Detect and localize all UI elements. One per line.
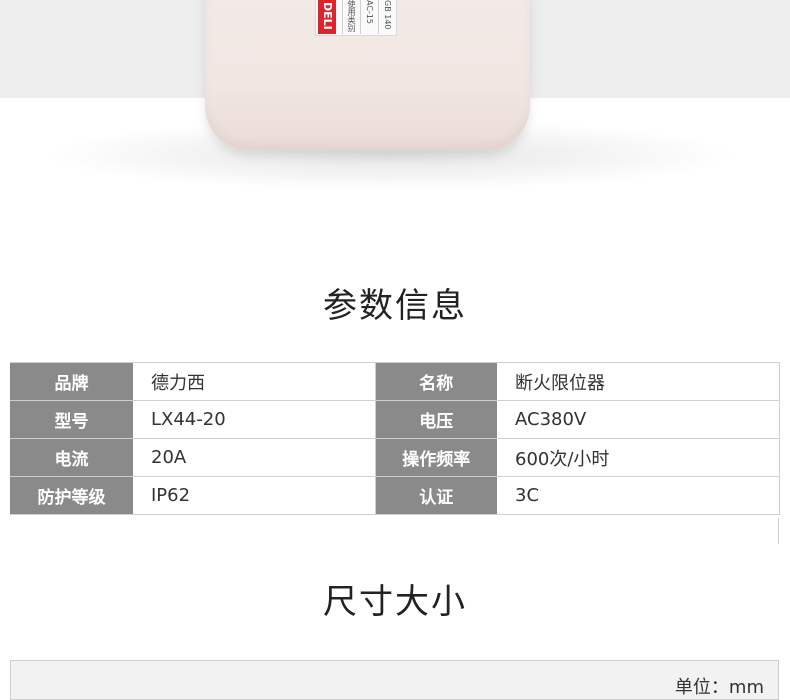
param-key: 电压 [375, 400, 497, 439]
param-key: 操作频率 [375, 438, 497, 477]
param-key: 防护等级 [10, 476, 133, 515]
param-value: LX44-20 [133, 400, 376, 439]
param-value: 断火限位器 [497, 362, 780, 401]
param-key: 品牌 [10, 362, 133, 401]
label-line: GB 140 [383, 0, 392, 30]
label-divider [360, 0, 361, 34]
table-row: 品牌 德力西 名称 断火限位器 [10, 362, 780, 401]
product-image: DELI 使用类别 AC-15 GB 140 [0, 0, 790, 240]
params-section-title: 参数信息 [323, 286, 467, 326]
label-line: AC-15 [365, 0, 374, 24]
brand-logo: DELI [318, 0, 336, 34]
product-label: DELI 使用类别 AC-15 GB 140 [315, 0, 397, 36]
param-key: 认证 [375, 476, 497, 515]
dimension-diagram-panel: 单位：mm [10, 660, 779, 700]
label-line: 使用类别 [347, 0, 356, 32]
param-value: 20A [133, 438, 376, 477]
param-key: 电流 [10, 438, 133, 477]
table-row: 防护等级 IP62 认证 3C [10, 476, 780, 515]
param-value: 德力西 [133, 362, 376, 401]
table-edge-line [778, 518, 779, 544]
param-value: 600次/小时 [497, 438, 780, 477]
dims-section-title: 尺寸大小 [323, 582, 467, 622]
table-row: 电流 20A 操作频率 600次/小时 [10, 438, 780, 477]
param-value: AC380V [497, 400, 780, 439]
label-divider [342, 0, 343, 34]
label-divider [378, 0, 379, 34]
params-table: 品牌 德力西 名称 断火限位器 型号 LX44-20 电压 AC380V 电流 … [10, 362, 780, 515]
unit-label: 单位：mm [674, 677, 764, 698]
param-value: IP62 [133, 476, 376, 515]
param-key: 型号 [10, 400, 133, 439]
table-row: 型号 LX44-20 电压 AC380V [10, 400, 780, 439]
param-key: 名称 [375, 362, 497, 401]
param-value: 3C [497, 476, 780, 515]
